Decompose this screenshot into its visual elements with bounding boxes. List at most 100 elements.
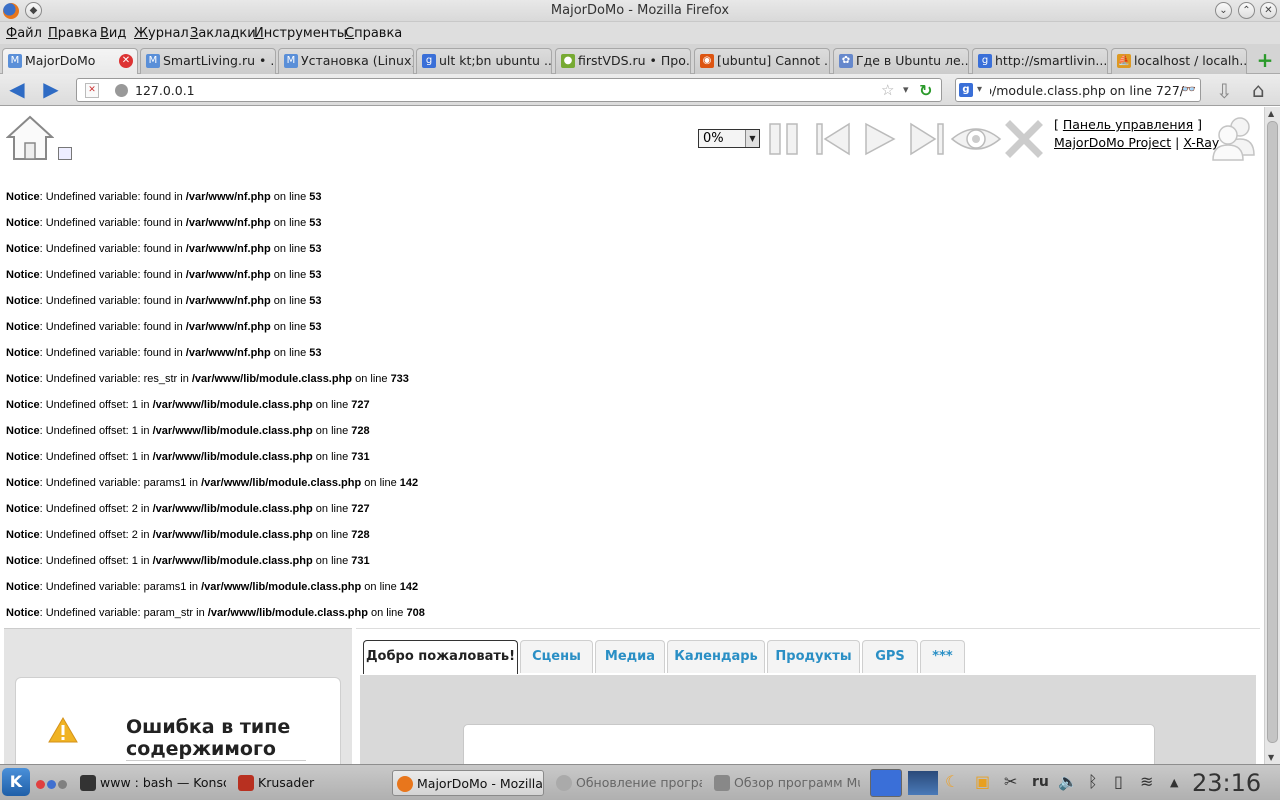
browser-tab[interactable]: g ult kt;bn ubuntu ... [416,48,552,74]
bookmark-star-icon[interactable]: ☆ [881,81,894,99]
stop-icon[interactable] [1005,119,1043,159]
search-input[interactable]: /var/www/lib/module.class.php on line 72… [990,83,1184,98]
forward-arrow-icon[interactable]: ▶ [40,79,62,100]
browser-tab[interactable]: M MajorDoMo ✕ [2,48,138,75]
tab-media[interactable]: Медиа [595,640,665,673]
menu-edit[interactable]: Правка [48,26,97,41]
notice-on: on line [312,451,352,463]
next-icon[interactable] [907,119,947,159]
night-mode-icon[interactable]: ☾ [945,772,959,791]
small-window-icon[interactable] [58,147,72,160]
control-panel-link[interactable]: Панель управления [1063,117,1193,132]
close-tab-icon[interactable]: ✕ [119,54,133,68]
users-icon[interactable] [1210,115,1258,161]
menu-file[interactable]: Файл [6,26,42,41]
clipboard-icon[interactable]: ▣ [975,772,990,791]
notice-line: Notice: Undefined variable: params1 in /… [6,581,418,593]
scroll-thumb[interactable] [1267,121,1278,743]
task-firefox[interactable]: MajorDoMo - Mozilla F [392,770,544,796]
clock[interactable]: 23:16 [1192,769,1261,797]
majordomo-project-link[interactable]: MajorDoMo Project [1054,135,1171,150]
wifi-icon[interactable]: ≋ [1140,772,1153,791]
menu-help[interactable]: Справка [345,26,402,41]
previous-icon[interactable] [813,119,853,159]
new-tab-icon[interactable]: + [1254,50,1276,71]
task-konsole[interactable]: www : bash — Konsole [76,770,226,796]
back-arrow-icon[interactable]: ◀ [6,79,28,100]
notice-file: /var/www/lib/module.class.php [152,503,313,515]
volume-select[interactable]: 0% ▼ [698,129,760,148]
notice-line: 727 [351,503,370,515]
browser-tab[interactable]: M Установка (Linux) [278,48,414,74]
reload-icon[interactable]: ↻ [919,81,932,100]
menu-history[interactable]: Журнал [134,26,189,41]
notice-on: on line [270,321,310,333]
eye-icon[interactable] [950,119,1002,159]
browser-tab[interactable]: ✿ Где в Ubuntu ле... [833,48,969,74]
tab-more[interactable]: *** [920,640,965,673]
bluetooth-icon[interactable]: ᛒ [1088,772,1098,791]
globe-icon[interactable] [115,84,128,97]
menu-view[interactable]: Вид [100,26,126,41]
notice-line: 53 [309,269,322,281]
search-box[interactable]: g ▾ /var/www/lib/module.class.php on lin… [955,78,1201,102]
tab-calendar[interactable]: Календарь [667,640,765,673]
task-krusader[interactable]: Krusader [234,770,384,796]
tab-welcome[interactable]: Добро пожаловать! [363,640,518,674]
url-input[interactable] [135,83,855,98]
vertical-scrollbar[interactable]: ▲ ▼ [1264,107,1280,764]
tab-favicon-icon: g [422,54,436,68]
url-bar[interactable]: ✕ ☆ ▾ ↻ [76,78,942,102]
chevron-down-icon[interactable]: ▾ [977,84,982,95]
play-icon[interactable] [860,119,900,159]
tab-scenes[interactable]: Сцены [520,640,593,673]
tab-label: [ubuntu] Cannot ... [717,53,830,68]
tray-expand-icon[interactable]: ▲ [1170,776,1178,789]
notice-line: Notice: Undefined variable: found in /va… [6,191,322,203]
browser-tab[interactable]: g http://smartlivin... [972,48,1108,74]
scissors-icon[interactable]: ✂ [1004,772,1017,791]
notice-file: /var/www/nf.php [185,191,271,203]
notice-line: 728 [351,529,370,541]
tab-panel [360,675,1256,764]
scroll-up-icon[interactable]: ▲ [1268,109,1274,118]
home-icon[interactable]: ⌂ [1252,78,1265,102]
desktop-pager-icon[interactable] [908,771,938,795]
notice-line: 53 [309,217,322,229]
browser-tab[interactable]: ◉ [ubuntu] Cannot ... [694,48,830,74]
google-icon[interactable]: g [959,83,973,97]
menu-tools[interactable]: Инструменты [254,26,347,41]
browser-tab[interactable]: ⛵ localhost / localh... [1111,48,1247,74]
kde-menu-icon[interactable]: K [2,768,30,796]
tab-strip: M MajorDoMo ✕ M SmartLiving.ru • ... M Уст… [0,44,1280,75]
pause-icon[interactable] [766,119,802,159]
volume-icon[interactable]: 🔈 [1058,772,1078,791]
notice-label: Notice [6,555,40,567]
notice-label: Notice [6,529,40,541]
notice-label: Notice [6,399,40,411]
keyboard-layout[interactable]: ru [1032,774,1049,790]
browser-tab[interactable]: ● firstVDS.ru • Про... [555,48,691,74]
update-icon [556,775,572,791]
close-window-button[interactable]: ✕ [1260,2,1277,19]
battery-icon[interactable]: ▯ [1114,772,1123,791]
download-icon[interactable]: ⇩ [1216,79,1233,103]
tab-products[interactable]: Продукты [767,640,860,673]
task-muon[interactable]: Обзор программ Mu [710,770,860,796]
menu-bookmarks[interactable]: Закладки [190,26,256,41]
pointer-tool-icon[interactable] [870,769,902,797]
tab-gps[interactable]: GPS [862,640,918,673]
minimize-button[interactable]: ⌄ [1215,2,1232,19]
binoculars-icon[interactable]: 👓 [1181,82,1196,96]
notice-label: Notice [6,295,40,307]
notice-file: /var/www/lib/module.class.php [152,555,313,567]
bracket: [ [1054,117,1063,132]
window-titlebar: ◆ MajorDoMo - Mozilla Firefox ⌄ ⌃ ✕ [0,0,1280,22]
browser-tab[interactable]: M SmartLiving.ru • ... [140,48,276,74]
home-icon[interactable] [6,115,54,161]
scroll-down-icon[interactable]: ▼ [1268,753,1274,762]
task-update[interactable]: Обновление програм [552,770,702,796]
chevron-down-icon[interactable]: ▾ [903,83,909,96]
activities-icon[interactable] [36,778,69,792]
maximize-button[interactable]: ⌃ [1238,2,1255,19]
